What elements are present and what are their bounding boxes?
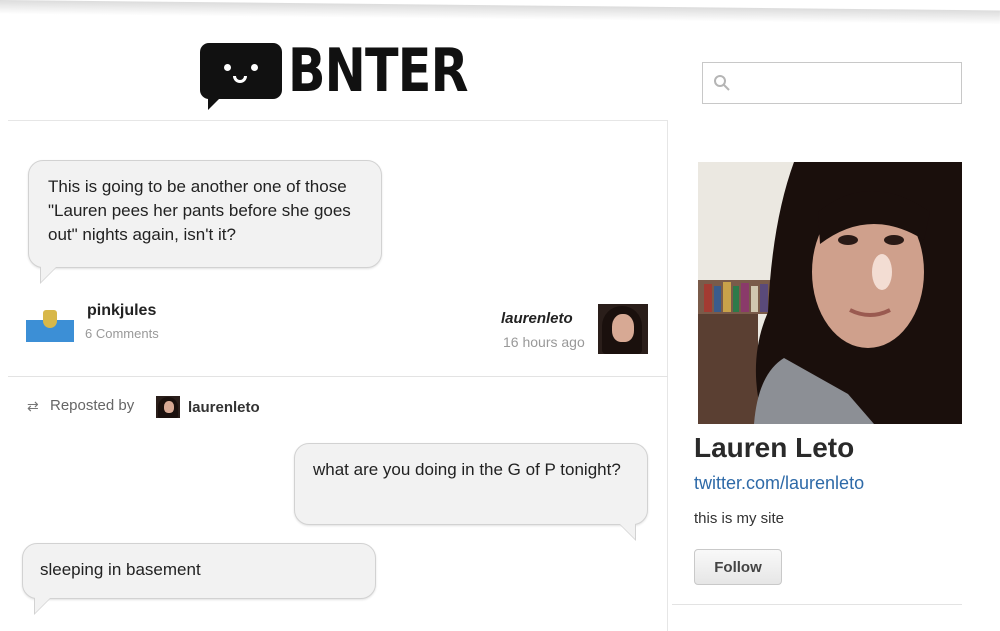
repost-icon: ⇄ xyxy=(27,398,39,414)
bnter-logo[interactable]: BNTER xyxy=(200,36,507,110)
message-text: what are you doing in the G of P tonight… xyxy=(313,460,621,479)
message-bubble-left[interactable]: sleeping in basement xyxy=(22,543,376,615)
bubble-tail xyxy=(41,266,57,282)
profile-bio: this is my site xyxy=(694,510,785,527)
profile-twitter-link[interactable]: twitter.com/laurenleto xyxy=(694,473,864,494)
san-marino-flag-icon[interactable] xyxy=(26,298,74,342)
profile-name: Lauren Leto xyxy=(694,432,855,463)
profile-divider xyxy=(672,604,962,605)
logo-eye-left xyxy=(224,64,231,71)
speech-bubble-logo-icon xyxy=(200,43,282,110)
search-input[interactable] xyxy=(737,69,953,97)
logo-bubble-tail xyxy=(208,98,220,110)
recipient-username[interactable]: laurenleto xyxy=(501,310,573,327)
post-message-text: This is going to be another one of those… xyxy=(48,177,351,244)
post-message-bubble[interactable]: This is going to be another one of those… xyxy=(28,160,382,284)
avatar-face xyxy=(164,401,174,413)
logo-text: BNTER xyxy=(288,36,468,106)
post-divider xyxy=(8,376,668,377)
comments-count[interactable]: 6 Comments xyxy=(85,326,159,341)
avatar-face xyxy=(612,314,634,342)
message-bubble-right[interactable]: what are you doing in the G of P tonight… xyxy=(294,443,648,541)
search-icon xyxy=(714,75,730,91)
reposted-by-label: Reposted by xyxy=(50,397,135,414)
reposter-username[interactable]: laurenleto xyxy=(188,399,260,416)
author-username[interactable]: pinkjules xyxy=(87,302,156,320)
post-timestamp: 16 hours ago xyxy=(503,334,585,350)
profile-photo[interactable] xyxy=(698,162,962,424)
flag-emblem xyxy=(43,310,57,328)
bubble-tail xyxy=(619,523,635,539)
logo-eye-right xyxy=(251,64,258,71)
profile-photo-image xyxy=(698,162,962,424)
logo-mouth xyxy=(233,76,247,83)
page-top-edge xyxy=(0,0,1000,25)
bubble-tail xyxy=(35,597,51,613)
reposter-avatar[interactable] xyxy=(156,396,180,418)
follow-button[interactable]: Follow xyxy=(694,549,782,585)
search-box[interactable] xyxy=(702,62,962,104)
recipient-avatar[interactable] xyxy=(598,304,648,354)
message-text: sleeping in basement xyxy=(40,560,201,579)
